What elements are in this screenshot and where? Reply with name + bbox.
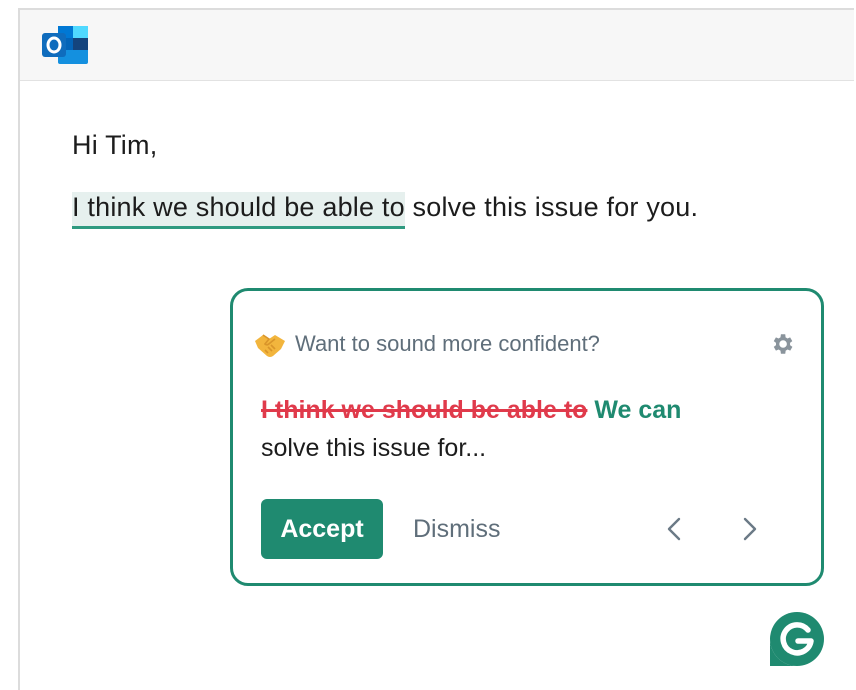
outlook-icon[interactable]: [40, 24, 90, 66]
email-greeting: Hi Tim,: [72, 130, 158, 160]
dismiss-button[interactable]: Dismiss: [409, 499, 505, 559]
card-header: Want to sound more confident?: [253, 327, 801, 363]
chevron-right-icon: [743, 517, 757, 541]
grammarly-icon[interactable]: [768, 610, 826, 668]
tone-prompt: Want to sound more confident?: [295, 331, 600, 356]
gear-icon[interactable]: [769, 331, 795, 357]
email-sentence: I think we should be able to solve this …: [72, 192, 699, 229]
handshake-icon: [255, 334, 285, 357]
previous-suggestion-button[interactable]: [659, 513, 691, 545]
app-header: [20, 10, 854, 81]
suggestion-text: I think we should be able to We can solve…: [261, 391, 801, 467]
suggestion-continuation: solve this issue for...: [261, 434, 487, 462]
flagged-phrase[interactable]: I think we should be able to: [72, 192, 405, 229]
replacement-text: We can: [594, 396, 682, 424]
sentence-rest: solve this issue for you.: [404, 192, 699, 222]
email-window: Hi Tim, I think we should be able to sol…: [18, 8, 854, 690]
suggestion-card: Want to sound more confident? I think we…: [230, 288, 824, 586]
accept-button[interactable]: Accept: [261, 499, 383, 559]
next-suggestion-button[interactable]: [733, 513, 765, 545]
chevron-left-icon: [667, 517, 681, 541]
removed-text: I think we should be able to: [261, 396, 588, 424]
